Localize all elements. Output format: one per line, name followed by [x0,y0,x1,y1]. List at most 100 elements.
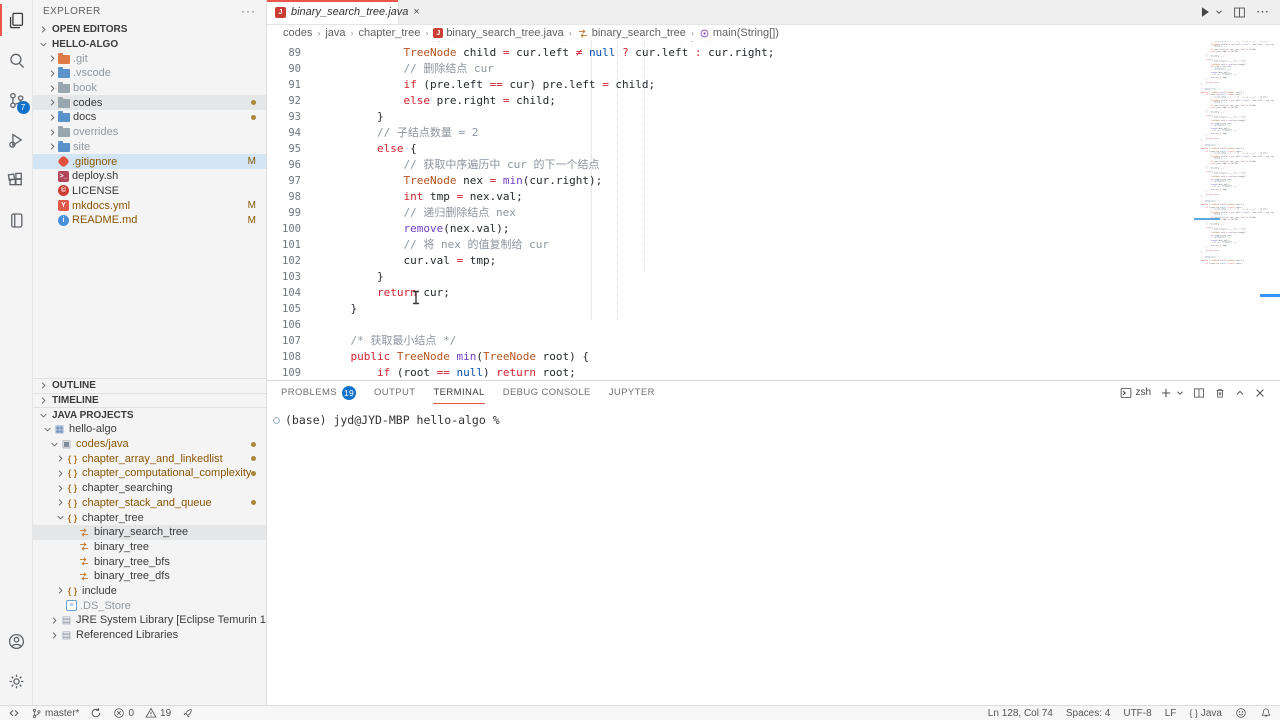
breadcrumb-main-string[interactable]: main(String[]) [699,27,779,39]
status-warnings[interactable]: 19 [145,707,171,719]
chevron-down-icon[interactable] [41,425,53,434]
split-terminal-icon[interactable] [1193,387,1205,399]
run-icon[interactable] [1198,5,1212,19]
status-encoding[interactable]: UTF-8 [1123,708,1151,719]
section-java-projects[interactable]: JAVA PROJECTS [33,407,266,422]
tree-item-jre-system-library-eclipse-temurin-17-17[interactable]: ▤JRE System Library [Eclipse Temurin 17 … [33,613,266,628]
activity-extensions-icon[interactable] [0,160,33,200]
status-feedback[interactable] [1235,707,1247,719]
panel-tab-jupyter[interactable]: JUPYTER [609,381,655,404]
tree-item-site[interactable]: site [33,140,266,155]
activity-source-control-icon[interactable]: 7 [0,80,33,120]
status-java-status[interactable] [182,707,194,719]
tree-item-binary-tree-dfs[interactable]: binary_tree_dfs [33,569,266,584]
shell-selector[interactable]: zsh [1120,387,1151,399]
tree-item-chapter-searching[interactable]: { }chapter_searching [33,481,266,496]
chevron-right-icon[interactable] [54,469,66,478]
chevron-right-icon[interactable] [46,128,58,137]
status-notifications[interactable] [1260,707,1272,719]
tree-item-hello-algo[interactable]: ▦hello-algo [33,422,266,437]
chevron-right-icon[interactable] [46,69,58,78]
status-cursor-position[interactable]: Ln 128, Col 74 [988,708,1053,719]
tree-item-binary-search-tree[interactable]: binary_search_tree [33,525,266,540]
chevron-down-icon[interactable] [54,513,66,522]
tree-item-book[interactable]: book [33,81,266,96]
tree-item-codes-java[interactable]: ▣codes/java [33,437,266,452]
chevron-right-icon[interactable] [54,586,66,595]
status-remote[interactable] [8,708,20,719]
tree-item-license[interactable]: ©LICENSE [33,184,266,199]
status-sync[interactable] [90,707,102,719]
chevron-right-icon[interactable] [46,54,58,63]
code-editor[interactable]: 88 // 当子结点数量 = 0 / 1 时， child = null / 该… [267,41,1280,380]
activity-notebook-icon[interactable] [0,200,33,240]
chevron-right-icon[interactable] [54,484,66,493]
status-language-mode[interactable]: { }Java [1189,708,1222,719]
tree-item-include[interactable]: { }include [33,584,266,599]
chevron-down-icon[interactable] [48,440,60,449]
chevron-right-icon[interactable] [37,25,49,34]
activity-explorer-icon[interactable] [0,0,33,40]
breadcrumb-codes[interactable]: codes [283,27,312,39]
panel-tab-problems[interactable]: PROBLEMS19 [281,381,356,404]
tree-item-vscode[interactable]: .vscode [33,66,266,81]
activity-search-icon[interactable] [0,40,33,80]
breadcrumb-chapter-tree[interactable]: chapter_tree [359,27,421,39]
chevron-right-icon[interactable] [46,84,58,93]
tree-item-deploy-sh[interactable]: >_deploy.sh [33,169,266,184]
tree-item-referenced-libraries[interactable]: ▤Referenced Libraries [33,628,266,643]
activity-account-icon[interactable] [0,621,33,661]
section-outline[interactable]: OUTLINE [33,378,266,393]
chevron-right-icon[interactable] [46,98,58,107]
tree-item-chapter-stack-and-queue[interactable]: { }chapter_stack_and_queue [33,496,266,511]
tree-item-binary-tree-bfs[interactable]: binary_tree_bfs [33,554,266,569]
tree-item-docs[interactable]: docs [33,110,266,125]
tab-close-icon[interactable]: × [413,6,419,18]
chevron-right-icon[interactable] [46,113,58,122]
section-timeline[interactable]: TIMELINE [33,393,266,408]
sidebar-more-icon[interactable]: ··· [241,4,256,18]
panel-tab-output[interactable]: OUTPUT [374,381,415,404]
split-editor-icon[interactable] [1233,6,1246,19]
breadcrumb-java[interactable]: java [325,27,345,39]
chevron-right-icon[interactable] [54,454,66,463]
breadcrumb-binary-search-tree-java[interactable]: Jbinary_search_tree.java [433,27,563,39]
tree-item-chapter-tree[interactable]: { }chapter_tree [33,510,266,525]
panel-tab-debug-console[interactable]: DEBUG CONSOLE [503,381,591,404]
chevron-down-icon[interactable] [37,411,49,420]
run-dropdown-icon[interactable] [1215,8,1223,16]
status-errors[interactable]: 0 [113,707,134,719]
status-git-branch[interactable]: master* [31,708,79,719]
more-actions-icon[interactable]: ⋯ [1256,3,1270,21]
tree-item-binary-tree[interactable]: binary_tree [33,540,266,555]
close-panel-icon[interactable] [1254,387,1266,399]
activity-run-debug-icon[interactable] [0,120,33,160]
tree-item-gitignore[interactable]: .gitignoreM [33,154,266,169]
chevron-right-icon[interactable] [46,142,58,151]
chevron-down-icon[interactable] [37,40,49,49]
chevron-right-icon[interactable] [37,381,49,390]
chevron-right-icon[interactable] [54,498,66,507]
status-indentation[interactable]: Spaces: 4 [1066,708,1110,719]
tree-item-chapter-computational-complexity[interactable]: { }chapter_computational_complexity [33,466,266,481]
tree-item-mkdocs-yml[interactable]: Ymkdocs.ymlM [33,198,266,213]
activity-settings-icon[interactable] [0,661,33,701]
tab-binary-search-tree[interactable]: J binary_search_tree.java × [267,0,399,24]
terminal-content[interactable]: (base) jyd@JYD-MBP hello-algo % [267,404,1280,427]
tree-item-chapter-array-and-linkedlist[interactable]: { }chapter_array_and_linkedlist [33,451,266,466]
status-eol[interactable]: LF [1165,708,1177,719]
maximize-panel-icon[interactable] [1235,388,1245,398]
chevron-right-icon[interactable] [48,616,60,625]
kill-terminal-icon[interactable] [1214,387,1226,399]
chevron-right-icon[interactable] [37,396,49,405]
tree-item-overrides[interactable]: overrides [33,125,266,140]
tree-item-ds-store[interactable]: ≡.DS_Store [33,598,266,613]
section-hello-algo[interactable]: HELLO-ALGO [33,37,266,52]
panel-tab-terminal[interactable]: TERMINAL [433,381,484,404]
tree-item-readme-md[interactable]: iREADME.mdM [33,213,266,228]
section-open-editors[interactable]: OPEN EDITORS [33,22,266,37]
tree-item-codes[interactable]: codes [33,95,266,110]
terminal-dropdown-icon[interactable] [1176,389,1184,397]
chevron-right-icon[interactable] [48,631,60,640]
breadcrumb-binary-search-tree[interactable]: binary_search_tree [577,27,686,39]
